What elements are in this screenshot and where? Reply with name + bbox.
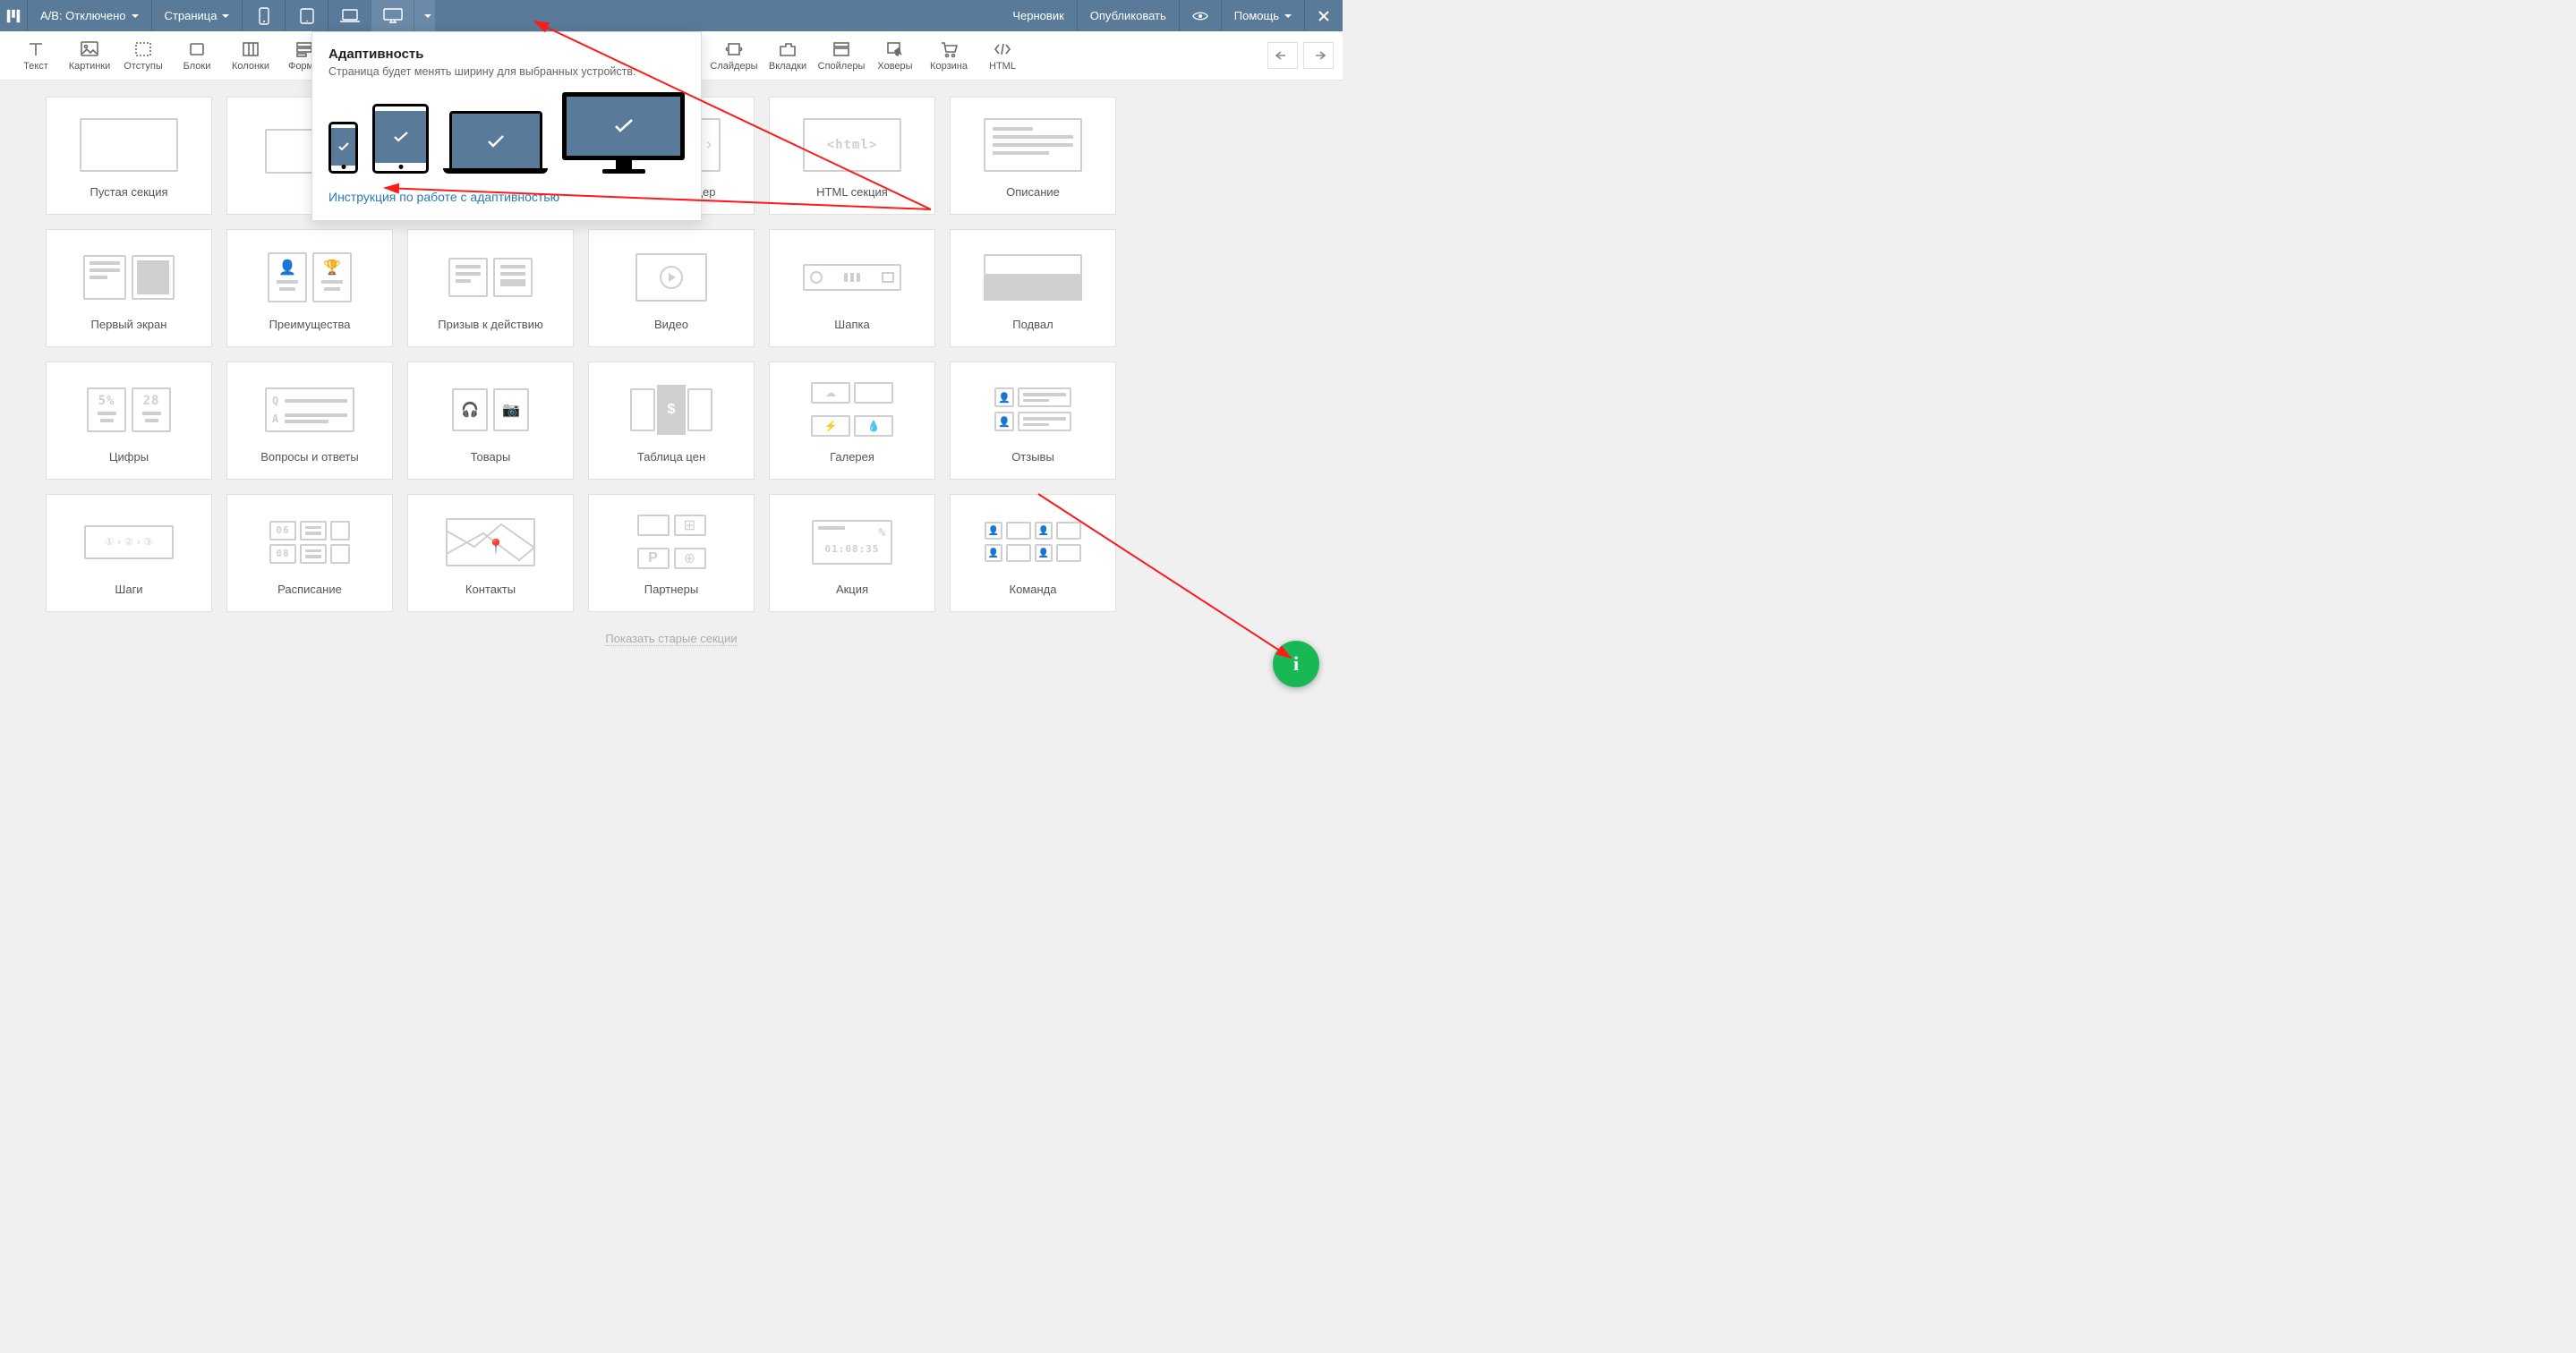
phone-icon [257, 7, 271, 25]
tool-cart[interactable]: Корзина [922, 31, 976, 81]
undo-icon [1275, 50, 1290, 61]
columns-icon [240, 39, 261, 59]
section-video[interactable]: Видео [588, 229, 755, 347]
section-cta[interactable]: Призыв к действию [407, 229, 574, 347]
tabs-icon [777, 39, 798, 59]
show-old-sections-link[interactable]: Показать старые секции [605, 632, 737, 646]
check-icon [338, 142, 349, 151]
text-icon [25, 39, 47, 59]
section-team[interactable]: 👤👤👤👤Команда [950, 494, 1116, 612]
draft-label: Черновик [1000, 0, 1076, 31]
desktop-icon [382, 7, 404, 25]
device-laptop[interactable] [328, 0, 371, 31]
section-gallery[interactable]: ☁⚡💧Галерея [769, 362, 935, 480]
section-description[interactable]: Описание [950, 97, 1116, 215]
section-contacts[interactable]: 📍Контакты [407, 494, 574, 612]
caret-down-icon [222, 14, 229, 18]
section-steps[interactable]: ①›②›③Шаги [46, 494, 212, 612]
section-schedule[interactable]: 0608Расписание [226, 494, 393, 612]
padding-icon [132, 39, 154, 59]
section-pricing[interactable]: $Таблица цен [588, 362, 755, 480]
responsiveness-popover: Адаптивность Страница будет менять ширин… [311, 31, 702, 221]
popover-title: Адаптивность [328, 47, 685, 62]
tool-images[interactable]: Картинки [63, 31, 116, 81]
device-preview-desktop[interactable] [562, 92, 685, 174]
tool-spoilers[interactable]: Спойлеры [815, 31, 868, 81]
undo-button[interactable] [1267, 42, 1298, 69]
device-dropdown[interactable] [414, 0, 435, 31]
device-preview-phone[interactable] [328, 122, 358, 174]
tool-blocks[interactable]: Блоки [170, 31, 224, 81]
tool-padding[interactable]: Отступы [116, 31, 170, 81]
help-dropdown[interactable]: Помощь [1221, 0, 1304, 31]
caret-down-icon [132, 14, 139, 18]
section-html[interactable]: <html>HTML секция [769, 97, 935, 215]
eye-icon [1192, 11, 1208, 21]
logo[interactable] [0, 0, 27, 31]
section-numbers[interactable]: 5%28Цифры [46, 362, 212, 480]
accordion-icon [831, 39, 852, 59]
tool-hovers[interactable]: Ховеры [868, 31, 922, 81]
section-advantages[interactable]: 👤🏆Преимущества [226, 229, 393, 347]
help-fab[interactable]: i [1273, 641, 1319, 687]
preview-button[interactable] [1179, 0, 1221, 31]
check-icon [614, 119, 634, 133]
cart-icon [938, 39, 960, 59]
tool-tabs[interactable]: Вкладки [761, 31, 815, 81]
carousel-icon [723, 39, 745, 59]
popover-subtitle: Страница будет менять ширину для выбранн… [328, 65, 685, 78]
laptop-icon [339, 8, 361, 24]
device-phone[interactable] [242, 0, 285, 31]
tool-sliders2[interactable]: Слайдеры [707, 31, 761, 81]
section-empty[interactable]: Пустая секция [46, 97, 212, 215]
section-reviews[interactable]: 👤👤Отзывы [950, 362, 1116, 480]
check-icon [394, 132, 408, 142]
device-preview-row [328, 92, 685, 174]
redo-button[interactable] [1303, 42, 1334, 69]
tablet-icon [298, 7, 316, 25]
device-preview-tablet[interactable] [372, 104, 429, 174]
close-icon [1318, 10, 1330, 22]
section-partners[interactable]: ⊞P⊕Партнеры [588, 494, 755, 612]
section-goods[interactable]: 🎧📷Товары [407, 362, 574, 480]
close-button[interactable] [1304, 0, 1343, 31]
caret-down-icon [1284, 14, 1292, 18]
check-icon [488, 135, 504, 148]
redo-icon [1311, 50, 1326, 61]
section-promo[interactable]: %01:08:35Акция [769, 494, 935, 612]
cursor-icon [884, 39, 906, 59]
section-first-screen[interactable]: Первый экран [46, 229, 212, 347]
device-desktop[interactable] [371, 0, 414, 31]
code-icon [992, 39, 1013, 59]
section-faq[interactable]: QAВопросы и ответы [226, 362, 393, 480]
responsiveness-guide-link[interactable]: Инструкция по работе с адаптивностью [328, 190, 685, 204]
device-tablet[interactable] [285, 0, 328, 31]
tool-html[interactable]: HTML [976, 31, 1029, 81]
section-header[interactable]: Шапка [769, 229, 935, 347]
publish-button[interactable]: Опубликовать [1077, 0, 1179, 31]
block-icon [186, 39, 208, 59]
tool-text[interactable]: Текст [9, 31, 63, 81]
ab-toggle[interactable]: A/B: Отключено [27, 0, 151, 31]
top-bar: A/B: Отключено Страница Черновик Опублик… [0, 0, 1343, 31]
page-dropdown[interactable]: Страница [151, 0, 243, 31]
device-preview-laptop[interactable] [443, 111, 548, 174]
caret-down-icon [424, 14, 431, 18]
info-icon: i [1293, 652, 1299, 676]
tool-columns[interactable]: Колонки [224, 31, 277, 81]
section-footer[interactable]: Подвал [950, 229, 1116, 347]
image-icon [79, 39, 100, 59]
